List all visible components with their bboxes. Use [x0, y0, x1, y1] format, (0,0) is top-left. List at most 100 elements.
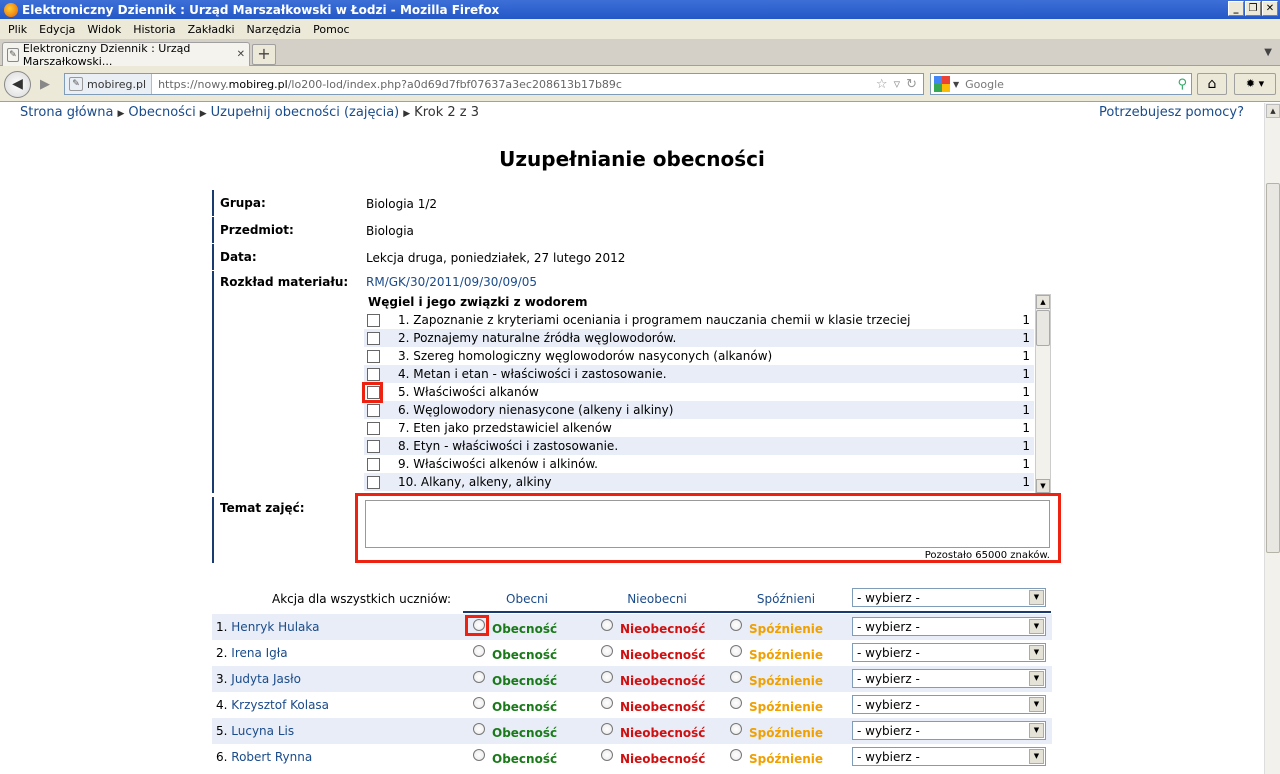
late-radio[interactable] [730, 671, 742, 683]
chevron-down-icon[interactable]: ▼ [1029, 749, 1044, 764]
scroll-thumb[interactable] [1266, 183, 1280, 553]
chevron-down-icon[interactable]: ▼ [1029, 671, 1044, 686]
menu-file[interactable]: Plik [2, 23, 33, 36]
close-tab-icon[interactable]: ✕ [237, 49, 245, 60]
material-item: 8. Etyn - właściwości i zastosowanie. 1 [364, 437, 1034, 455]
home-button[interactable]: ⌂ [1197, 73, 1227, 95]
group-row: Grupa: [212, 190, 266, 216]
bookmark-star-icon[interactable]: ☆ [876, 77, 888, 92]
chevron-down-icon[interactable]: ▼ [1029, 645, 1044, 660]
present-radio[interactable] [473, 671, 485, 683]
engine-dropdown-icon[interactable]: ▼ [953, 80, 959, 89]
page-scrollbar[interactable]: ▲ [1264, 103, 1280, 774]
scroll-up-icon[interactable]: ▲ [1266, 104, 1280, 118]
tab-list-dropdown-icon[interactable]: ▼ [1264, 47, 1272, 58]
late-radio[interactable] [730, 645, 742, 657]
back-button[interactable]: ◀ [4, 71, 31, 98]
search-input[interactable]: Google [965, 78, 1004, 91]
plan-link[interactable]: RM/GK/30/2011/09/30/09/05 [366, 275, 537, 289]
material-checkbox[interactable] [367, 349, 380, 363]
tab-bar: ✎ Elektroniczny Dziennik : Urząd Marszał… [0, 39, 1280, 68]
chevron-down-icon[interactable]: ▼ [1029, 619, 1044, 634]
material-item: 5. Właściwości alkanów 1 [364, 383, 1034, 401]
student-name: 3. Judyta Jasło [216, 672, 301, 686]
late-radio[interactable] [730, 749, 742, 761]
col-present-header[interactable]: Obecni [492, 592, 562, 606]
chevron-down-icon[interactable]: ▼ [1029, 697, 1044, 712]
minimize-button[interactable]: _ [1228, 1, 1244, 16]
site-identity-button[interactable]: ✎ mobireg.pl [65, 74, 153, 94]
tab-label: Elektroniczny Dziennik : Urząd Marszałko… [22, 41, 191, 68]
menu-bookmarks[interactable]: Zakładki [182, 23, 241, 36]
help-link[interactable]: Potrzebujesz pomocy? [1099, 105, 1244, 120]
col-absent-header[interactable]: Nieobecni [617, 592, 697, 606]
chevron-down-icon[interactable]: ▼ [1029, 590, 1044, 605]
absent-radio[interactable] [601, 671, 613, 683]
material-checkbox[interactable] [367, 313, 380, 327]
absent-radio[interactable] [601, 723, 613, 735]
material-checkbox[interactable] [367, 403, 380, 417]
breadcrumb-fill-link[interactable]: Uzupełnij obecności (zajęcia) [211, 105, 400, 120]
url-text[interactable]: https://nowy.mobireg.pl/lo200-lod/index.… [152, 78, 622, 91]
topic-row: Temat zajęć: [212, 497, 305, 563]
subject-row: Przedmiot: [212, 217, 294, 243]
present-radio[interactable] [473, 723, 485, 735]
bulk-select[interactable]: - wybierz - ▼ [852, 588, 1046, 607]
menu-edit[interactable]: Edycja [33, 23, 81, 36]
date-row: Data: [212, 244, 257, 270]
history-dropdown-icon[interactable]: ▿ [894, 77, 901, 92]
material-item: 1. Zapoznanie z kryteriami oceniania i p… [364, 311, 1034, 329]
menu-help[interactable]: Pomoc [307, 23, 355, 36]
present-radio[interactable] [473, 749, 485, 761]
highlight-present-radio [465, 615, 489, 636]
search-magnifier-icon[interactable]: ⚲ [1177, 77, 1187, 92]
reload-icon[interactable]: ↻ [906, 77, 917, 92]
scroll-down-icon[interactable]: ▼ [1036, 479, 1050, 493]
material-checkbox[interactable] [367, 457, 380, 471]
scroll-thumb[interactable] [1036, 310, 1050, 346]
search-bar[interactable]: ▼ Google ⚲ [930, 73, 1192, 95]
student-select[interactable]: - wybierz - ▼ [852, 747, 1046, 766]
material-checkbox[interactable] [367, 367, 380, 381]
scroll-up-icon[interactable]: ▲ [1036, 295, 1050, 309]
menu-tools[interactable]: Narzędzia [241, 23, 308, 36]
material-checkbox[interactable] [367, 331, 380, 345]
material-checkbox[interactable] [367, 475, 380, 489]
student-select[interactable]: - wybierz - ▼ [852, 617, 1046, 636]
chevron-down-icon[interactable]: ▼ [1029, 723, 1044, 738]
absent-radio[interactable] [601, 619, 613, 631]
absent-radio[interactable] [601, 749, 613, 761]
present-radio[interactable] [473, 697, 485, 709]
subject-label: Przedmiot: [220, 223, 294, 237]
present-radio[interactable] [473, 645, 485, 657]
close-window-button[interactable]: ✕ [1262, 1, 1278, 16]
material-checkbox[interactable] [367, 421, 380, 435]
tab-dziennik[interactable]: ✎ Elektroniczny Dziennik : Urząd Marszał… [2, 41, 250, 68]
breadcrumb: Strona główna ▶ Obecności ▶ Uzupełnij obecno… [20, 105, 480, 120]
student-select[interactable]: - wybierz - ▼ [852, 721, 1046, 740]
menu-view[interactable]: Widok [81, 23, 127, 36]
plan-row: Rozkład materiału: [212, 271, 348, 493]
student-select[interactable]: - wybierz - ▼ [852, 643, 1046, 662]
material-checkbox[interactable] [367, 439, 380, 453]
absent-radio[interactable] [601, 697, 613, 709]
late-radio[interactable] [730, 697, 742, 709]
absent-radio[interactable] [601, 645, 613, 657]
breadcrumb-attendance-link[interactable]: Obecności [128, 105, 195, 120]
student-select[interactable]: - wybierz - ▼ [852, 695, 1046, 714]
new-tab-button[interactable]: + [252, 44, 276, 65]
date-label: Data: [220, 250, 257, 264]
material-scrollbar[interactable]: ▲ ▼ [1035, 294, 1051, 494]
extension-button[interactable]: ✹ ▾ [1234, 73, 1276, 95]
breadcrumb-home-link[interactable]: Strona główna [20, 105, 113, 120]
forward-button[interactable]: ▶ [34, 75, 56, 95]
menu-history[interactable]: Historia [127, 23, 181, 36]
col-late-header[interactable]: Spóźnieni [746, 592, 826, 606]
restore-button[interactable]: ❐ [1245, 1, 1261, 16]
address-bar[interactable]: ✎ mobireg.pl https://nowy.mobireg.pl/lo2… [64, 73, 924, 95]
google-engine-icon[interactable] [934, 76, 950, 92]
late-radio[interactable] [730, 723, 742, 735]
material-item: 2. Poznajemy naturalne źródła węglowodor… [364, 329, 1034, 347]
student-select[interactable]: - wybierz - ▼ [852, 669, 1046, 688]
late-radio[interactable] [730, 619, 742, 631]
